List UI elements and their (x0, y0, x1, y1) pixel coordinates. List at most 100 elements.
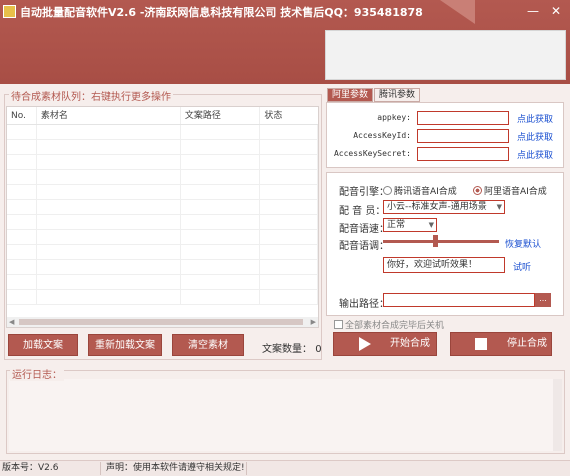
engine-radio-tencent[interactable]: 腾讯语音AI合成 (383, 184, 457, 197)
log-textarea[interactable] (9, 379, 557, 451)
clear-material-button[interactable]: 清空素材 (172, 334, 244, 356)
table-cell (7, 155, 37, 169)
voice-label: 配 音 员： (339, 206, 386, 217)
table-cell (7, 140, 37, 154)
title-bar: 自动批量配音软件V2.6 -济南跃网信息科技有限公司 技术售后QQ：935481… (0, 0, 570, 84)
col-no[interactable]: No. (7, 107, 37, 124)
table-cell (260, 230, 318, 244)
key-panel: appkey: 点此获取 AccessKeyId: 点此获取 AccessKey… (326, 102, 564, 168)
minimize-button[interactable]: — (523, 2, 543, 20)
table-cell (181, 260, 261, 274)
appkey-input[interactable] (417, 111, 509, 125)
accesskeyid-input[interactable] (417, 129, 509, 143)
table-cell (260, 200, 318, 214)
scrollbar-thumb[interactable] (19, 319, 303, 325)
table-cell (181, 245, 261, 259)
table-cell (181, 200, 261, 214)
start-synthesis-button[interactable]: 开始合成 (333, 332, 437, 356)
table-cell (181, 125, 261, 139)
scroll-left-icon[interactable]: ◀ (9, 317, 14, 327)
shutdown-checkbox[interactable]: 全部素材合成完毕后关机 (334, 318, 444, 331)
engine-radio-aliyun[interactable]: 阿里语音AI合成 (473, 184, 547, 197)
checkbox-icon (334, 320, 343, 329)
test-text-input[interactable]: 你好，欢迎试听效果！ (383, 257, 505, 273)
table-cell (37, 140, 181, 154)
queue-group-label: 待合成素材队列：右键执行更多操作 (9, 88, 173, 103)
reload-text-button[interactable]: 重新加载文案 (88, 334, 162, 356)
col-status[interactable]: 状态 (260, 107, 318, 124)
output-path-input[interactable] (383, 293, 535, 307)
table-cell (7, 260, 37, 274)
table-cell (37, 260, 181, 274)
text-count-value: 0 (315, 344, 322, 355)
appkey-get-link[interactable]: 点此获取 (517, 112, 553, 125)
speed-label: 配音语速： (339, 224, 389, 235)
table-cell (37, 215, 181, 229)
table-cell (7, 170, 37, 184)
table-cell (7, 185, 37, 199)
browse-button[interactable]: ... (535, 293, 551, 307)
tone-slider-thumb[interactable] (433, 235, 439, 247)
table-row[interactable] (7, 260, 318, 275)
accesskeyid-get-link[interactable]: 点此获取 (517, 130, 553, 143)
table-cell (37, 290, 181, 304)
table-cell (260, 260, 318, 274)
log-scrollbar[interactable] (553, 379, 562, 451)
table-cell (7, 200, 37, 214)
tone-slider-track[interactable] (383, 240, 499, 243)
table-row[interactable] (7, 140, 318, 155)
scroll-right-icon[interactable]: ▶ (311, 317, 316, 327)
accesskeysecret-input[interactable] (417, 147, 509, 161)
material-table[interactable]: No. 素材名 文案路径 状态 ◀ ▶ (6, 106, 319, 328)
col-name[interactable]: 素材名 (37, 107, 181, 124)
voice-select[interactable]: 小云--标准女声-通用场景 ▼ (383, 200, 505, 214)
stop-icon (475, 338, 487, 350)
table-row[interactable] (7, 185, 318, 200)
window-title: 自动批量配音软件V2.6 -济南跃网信息科技有限公司 技术售后QQ：935481… (20, 6, 423, 19)
app-icon (3, 5, 16, 18)
config-panel: 配音引擎： 腾讯语音AI合成 阿里语音AI合成 配 音 员： 小云--标准女声-… (326, 172, 564, 316)
ad-banner (325, 30, 566, 80)
table-cell (7, 245, 37, 259)
stop-synthesis-button[interactable]: 停止合成 (450, 332, 552, 356)
table-cell (37, 275, 181, 289)
version-text: 版本号：V2.6 (2, 463, 59, 473)
speed-select[interactable]: 正常 ▼ (383, 218, 437, 232)
table-cell (181, 170, 261, 184)
text-count: 文案数量： 0 (262, 340, 322, 355)
preview-link[interactable]: 试听 (513, 260, 531, 273)
table-row[interactable] (7, 125, 318, 140)
close-button[interactable]: ✕ (546, 2, 566, 20)
table-cell (7, 125, 37, 139)
key-tabs: 阿里参数 腾讯参数 (327, 88, 421, 102)
corner-decoration (440, 0, 475, 24)
tab-aliyun[interactable]: 阿里参数 (327, 88, 374, 102)
accesskeysecret-get-link[interactable]: 点此获取 (517, 148, 553, 161)
accesskeysecret-label: AccessKeySecret: (333, 149, 411, 158)
table-cell (37, 200, 181, 214)
table-row[interactable] (7, 230, 318, 245)
horizontal-scrollbar[interactable]: ◀ ▶ (7, 317, 318, 327)
table-cell (181, 230, 261, 244)
table-cell (260, 290, 318, 304)
table-row[interactable] (7, 275, 318, 290)
accesskeyid-label: AccessKeyId: (353, 131, 411, 140)
table-row[interactable] (7, 200, 318, 215)
col-path[interactable]: 文案路径 (181, 107, 261, 124)
table-row[interactable] (7, 155, 318, 170)
appkey-label: appkey: (377, 113, 411, 122)
chevron-down-icon: ▼ (496, 203, 502, 211)
table-cell (181, 185, 261, 199)
tab-tencent[interactable]: 腾讯参数 (374, 88, 421, 102)
table-row[interactable] (7, 170, 318, 185)
text-count-label: 文案数量： (262, 344, 312, 355)
load-text-button[interactable]: 加载文案 (8, 334, 78, 356)
status-bar: 版本号：V2.6 声明：使用本软件请遵守相关规定! (0, 460, 570, 476)
table-cell (181, 215, 261, 229)
reset-default-link[interactable]: 恢复默认 (505, 237, 541, 250)
table-row[interactable] (7, 245, 318, 260)
table-cell (7, 215, 37, 229)
table-row[interactable] (7, 215, 318, 230)
status-divider (100, 462, 101, 475)
table-row[interactable] (7, 290, 318, 305)
